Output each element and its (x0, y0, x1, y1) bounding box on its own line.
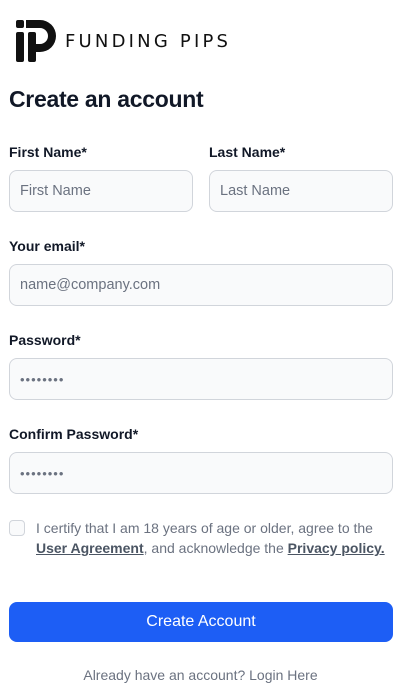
first-name-input[interactable] (9, 170, 193, 212)
last-name-label: Last Name* (209, 144, 286, 160)
last-name-input[interactable] (209, 170, 393, 212)
user-agreement-link[interactable]: User Agreement (36, 540, 144, 556)
confirm-password-input[interactable] (9, 452, 393, 494)
page-title: Create an account (9, 86, 204, 112)
terms-middle: , and acknowledge the (143, 540, 288, 556)
login-link[interactable]: Already have an account? Login Here (0, 667, 401, 683)
terms-checkbox[interactable] (9, 520, 25, 536)
email-label: Your email* (9, 238, 85, 254)
brand-name: FUNDING PIPS (65, 30, 232, 52)
terms-prefix: I certify that I am 18 years of age or o… (36, 520, 373, 536)
privacy-policy-link[interactable]: Privacy policy. (288, 540, 385, 556)
terms-text: I certify that I am 18 years of age or o… (36, 518, 391, 558)
confirm-password-label: Confirm Password* (9, 426, 139, 442)
funding-pips-logo-icon (16, 20, 57, 62)
brand-logo[interactable]: FUNDING PIPS (16, 20, 231, 62)
password-input[interactable] (9, 358, 393, 400)
email-input[interactable] (9, 264, 393, 306)
create-account-button[interactable]: Create Account (9, 602, 393, 642)
first-name-label: First Name* (9, 144, 87, 160)
password-label: Password* (9, 332, 81, 348)
